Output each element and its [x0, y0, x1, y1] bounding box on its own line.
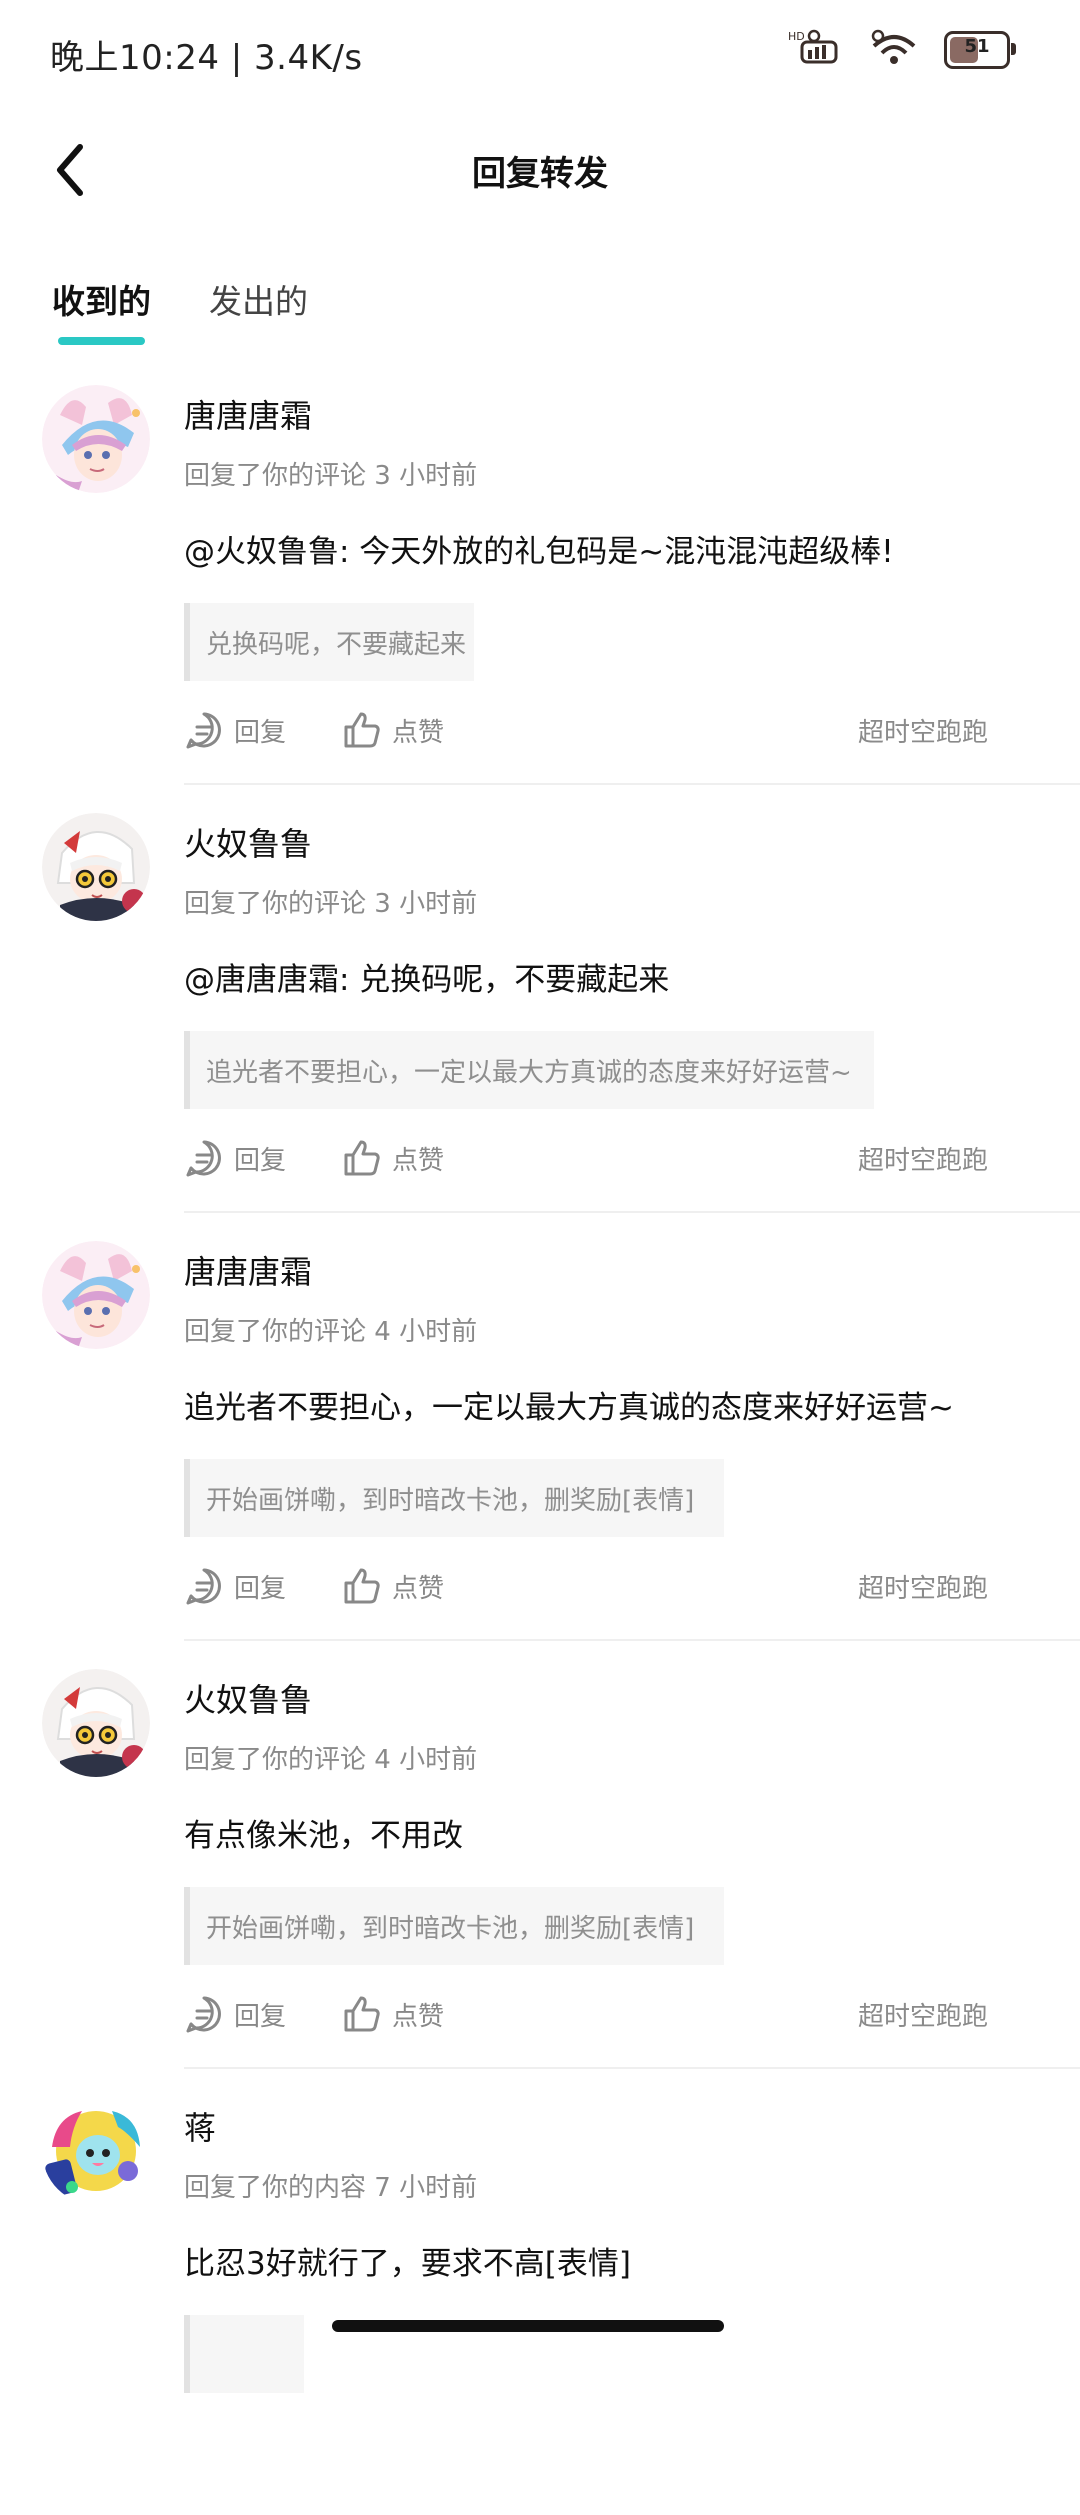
quoted-comment[interactable]: 开始画饼嘞，到时暗改卡池，删奖励[表情]	[184, 1887, 724, 1965]
comment-meta: 回复了你的评论 4 小时前	[184, 1745, 478, 1775]
reply-icon	[186, 1140, 221, 1177]
like-label: 点赞	[392, 1145, 445, 1176]
avatar[interactable]	[42, 2097, 150, 2205]
tab-received[interactable]: 收到的	[52, 275, 151, 345]
status-bar: 晚上10:24 | 3.4K/s HD 51	[0, 0, 1080, 110]
divider	[184, 2067, 1080, 2069]
like-label: 点赞	[392, 1573, 445, 1604]
reply-button[interactable]: 回复	[184, 1566, 286, 1606]
reply-label: 回复	[234, 1573, 287, 1604]
comment-content: 唐唐唐霜 回复了你的评论 3 小时前 @火奴鲁鲁: 今天外放的礼包码是~混沌混沌…	[184, 375, 1040, 749]
comment-actions: 回复 点赞 超时空跑跑	[184, 705, 1040, 755]
divider	[184, 1639, 1080, 1641]
like-button[interactable]: 点赞	[342, 1566, 444, 1606]
thumbs-up-icon	[344, 1568, 380, 1604]
thumbs-up-icon	[344, 712, 380, 748]
like-button[interactable]: 点赞	[342, 1994, 444, 2034]
reply-button[interactable]: 回复	[184, 710, 286, 750]
status-time-speed: 晚上10:24 | 3.4K/s	[50, 38, 363, 78]
reply-icon	[186, 712, 221, 749]
comment-text[interactable]: 追光者不要担心，一定以最大方真诚的态度来好好运营~	[184, 1382, 1040, 1427]
list-item[interactable]: 火奴鲁鲁 回复了你的评论 3 小时前 @唐唐唐霜: 兑换码呢，不要藏起来 追光者…	[0, 803, 1080, 1231]
comment-actions: 回复 点赞 超时空跑跑	[184, 1989, 1040, 2039]
page-title: 回复转发	[472, 154, 608, 194]
quoted-text: 追光者不要担心，一定以最大方真诚的态度来好好运营~	[206, 1057, 852, 1088]
comment-content: 唐唐唐霜 回复了你的评论 4 小时前 追光者不要担心，一定以最大方真诚的态度来好…	[184, 1231, 1040, 1605]
comment-actions: 回复 点赞 超时空跑跑	[184, 1561, 1040, 1611]
reply-icon	[186, 1568, 221, 1605]
page-header: 回复转发	[0, 120, 1080, 220]
quoted-comment[interactable]: 开始画饼嘞，到时暗改卡池，删奖励[表情]	[184, 1459, 724, 1537]
status-icons: HD 51	[788, 28, 1016, 72]
tab-received-label: 收到的	[52, 282, 151, 321]
quoted-text: 开始画饼嘞，到时暗改卡池，删奖励[表情]	[206, 1485, 695, 1516]
comment-meta: 回复了你的内容 7 小时前	[184, 2173, 478, 2203]
content-author[interactable]: 超时空跑跑	[858, 712, 988, 749]
list-item[interactable]: 唐唐唐霜 回复了你的评论 3 小时前 @火奴鲁鲁: 今天外放的礼包码是~混沌混沌…	[0, 375, 1080, 803]
reply-icon	[186, 1996, 221, 2033]
username[interactable]: 火奴鲁鲁	[184, 819, 1040, 865]
content-author[interactable]: 超时空跑跑	[858, 1140, 988, 1177]
thumbs-up-icon	[344, 1140, 380, 1176]
comment-text[interactable]: 比忍3好就行了，要求不高[表情]	[184, 2238, 1040, 2283]
svg-text:HD: HD	[788, 30, 805, 43]
comment-meta: 回复了你的评论 4 小时前	[184, 1317, 478, 1347]
comment-content: 火奴鲁鲁 回复了你的评论 3 小时前 @唐唐唐霜: 兑换码呢，不要藏起来 追光者…	[184, 803, 1040, 1177]
reply-label: 回复	[234, 1145, 287, 1176]
tab-bar: 收到的 发出的	[52, 275, 308, 345]
comment-text[interactable]: 有点像米池，不用改	[184, 1810, 1040, 1855]
divider	[184, 783, 1080, 785]
quoted-comment[interactable]: 兑换码呢，不要藏起来	[184, 603, 474, 681]
like-button[interactable]: 点赞	[342, 710, 444, 750]
comment-content: 火奴鲁鲁 回复了你的评论 4 小时前 有点像米池，不用改 开始画饼嘞，到时暗改卡…	[184, 1659, 1040, 2033]
reply-button[interactable]: 回复	[184, 1994, 286, 2034]
content-author[interactable]: 超时空跑跑	[858, 1568, 988, 1605]
username[interactable]: 蒋	[184, 2103, 1040, 2149]
comment-content: 蒋 回复了你的内容 7 小时前 比忍3好就行了，要求不高[表情]	[184, 2087, 1040, 2393]
avatar[interactable]	[42, 1669, 150, 1777]
list-item[interactable]: 蒋 回复了你的内容 7 小时前 比忍3好就行了，要求不高[表情]	[0, 2087, 1080, 2515]
username[interactable]: 火奴鲁鲁	[184, 1675, 1040, 1721]
quoted-text: 开始画饼嘞，到时暗改卡池，删奖励[表情]	[206, 1913, 695, 1944]
comment-actions: 回复 点赞 超时空跑跑	[184, 1133, 1040, 1183]
list-item[interactable]: 唐唐唐霜 回复了你的评论 4 小时前 追光者不要担心，一定以最大方真诚的态度来好…	[0, 1231, 1080, 1659]
home-indicator	[332, 2320, 724, 2332]
reply-label: 回复	[234, 717, 287, 748]
thumbs-up-icon	[344, 1996, 380, 2032]
like-button[interactable]: 点赞	[342, 1138, 444, 1178]
active-tab-indicator	[58, 337, 145, 345]
avatar[interactable]	[42, 813, 150, 921]
avatar[interactable]	[42, 385, 150, 493]
quoted-text: 兑换码呢，不要藏起来	[206, 629, 467, 660]
comment-text[interactable]: @唐唐唐霜: 兑换码呢，不要藏起来	[184, 954, 1040, 999]
reply-label: 回复	[234, 2001, 287, 2032]
divider	[184, 1211, 1080, 1213]
hd-signal-icon: HD	[788, 28, 844, 72]
comment-meta: 回复了你的评论 3 小时前	[184, 461, 478, 491]
list-item[interactable]: 火奴鲁鲁 回复了你的评论 4 小时前 有点像米池，不用改 开始画饼嘞，到时暗改卡…	[0, 1659, 1080, 2087]
like-label: 点赞	[392, 717, 445, 748]
reply-list: 唐唐唐霜 回复了你的评论 3 小时前 @火奴鲁鲁: 今天外放的礼包码是~混沌混沌…	[0, 375, 1080, 2515]
comment-meta: 回复了你的评论 3 小时前	[184, 889, 478, 919]
wifi-icon	[866, 28, 922, 72]
content-author[interactable]: 超时空跑跑	[858, 1996, 988, 2033]
tab-sent-label: 发出的	[209, 282, 308, 321]
tab-sent[interactable]: 发出的	[209, 275, 308, 335]
username[interactable]: 唐唐唐霜	[184, 391, 1040, 437]
comment-text[interactable]: @火奴鲁鲁: 今天外放的礼包码是~混沌混沌超级棒!	[184, 526, 1040, 571]
avatar[interactable]	[42, 1241, 150, 1349]
quoted-comment[interactable]: 追光者不要担心，一定以最大方真诚的态度来好好运营~	[184, 1031, 874, 1109]
reply-button[interactable]: 回复	[184, 1138, 286, 1178]
quoted-comment[interactable]	[184, 2315, 304, 2393]
battery-icon: 51	[944, 31, 1016, 69]
username[interactable]: 唐唐唐霜	[184, 1247, 1040, 1293]
battery-level-text: 51	[964, 36, 990, 57]
like-label: 点赞	[392, 2001, 445, 2032]
